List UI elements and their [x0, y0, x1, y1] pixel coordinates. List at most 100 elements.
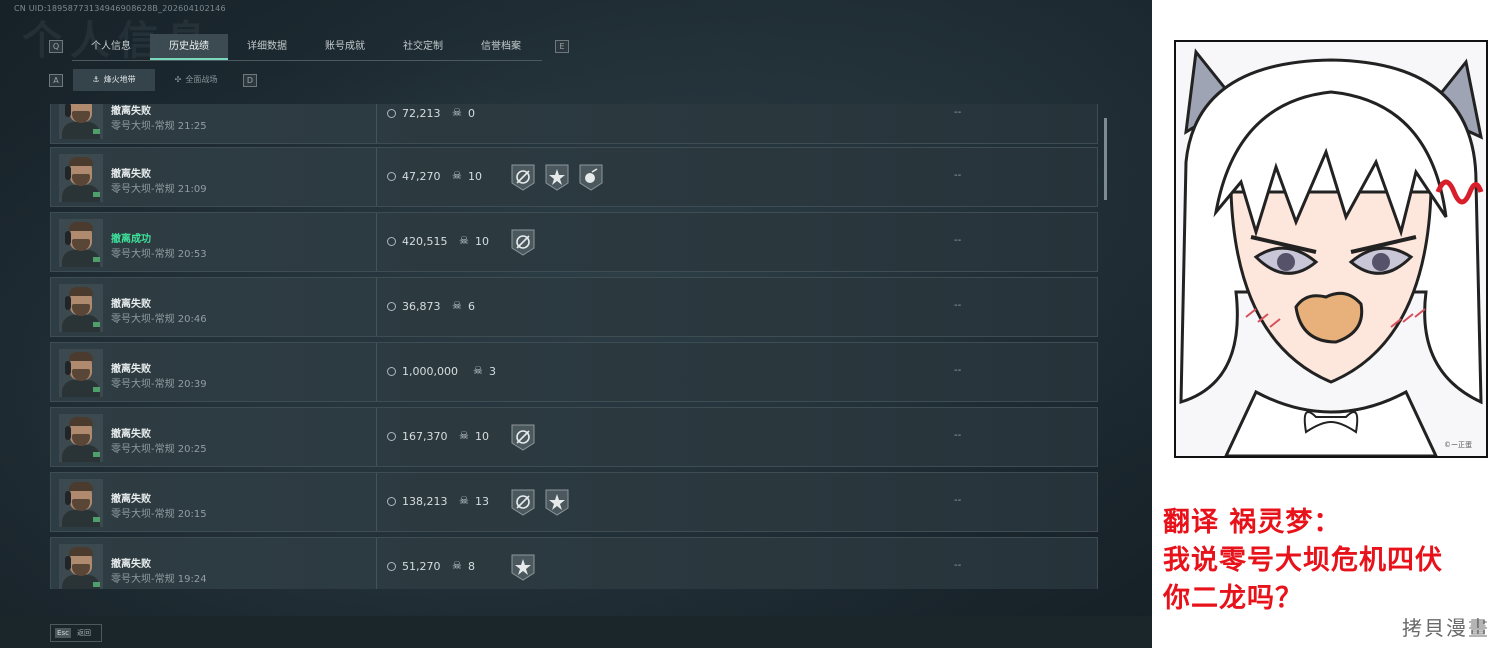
row-divider [376, 148, 377, 206]
tab-2[interactable]: 历史战绩 [150, 34, 228, 60]
extraction-status: 撤离失败 [111, 106, 151, 117]
loot-value: 72,213 [402, 107, 441, 120]
extraction-status: 撤离失败 [111, 559, 151, 570]
meme-panel: ©ー正蛋 翻译 祸灵梦： 我说零号大坝危机四伏 你二龙吗？ 拷貝漫畫 [1152, 0, 1500, 648]
extraction-status: 撤离失败 [111, 429, 151, 440]
skull-icon: ☠ [459, 494, 469, 507]
match-record-row[interactable]: 撤离失败 零号大坝-常规 21:25 72,213 ☠ 0 -- [50, 104, 1098, 144]
angry-anime-girl-drawing [1176, 42, 1486, 456]
match-record-row[interactable]: 撤离失败 零号大坝-常规 20:25 167,370 ☠ 10 -- [50, 407, 1098, 467]
operator-avatar [59, 154, 103, 202]
extraction-status: 撤离失败 [111, 364, 151, 375]
map-mode-time: 零号大坝-常规 20:53 [111, 249, 207, 260]
tab-1[interactable]: 个人信息 [72, 34, 150, 60]
tab-6[interactable]: 信誉档案 [462, 34, 540, 60]
operator-avatar [59, 414, 103, 462]
kill-count: 10 [475, 235, 489, 248]
row-divider [376, 104, 377, 143]
mode-subtabs: ⚓ 烽火地带 ✣ 全面战场 [73, 69, 237, 91]
row-divider [376, 408, 377, 466]
match-record-row[interactable]: 撤离失败 零号大坝-常规 20:39 1,000,000 ☠ 3 -- [50, 342, 1098, 402]
subtab-prev-key-hint[interactable]: A [49, 74, 63, 87]
value-coin-icon [387, 172, 396, 181]
value-coin-icon [387, 562, 396, 571]
subtab-2[interactable]: ✣ 全面战场 [155, 69, 237, 91]
wrench-badge[interactable] [509, 163, 537, 192]
row-divider [376, 473, 377, 531]
crosshair-icon: ✣ [174, 75, 182, 84]
match-record-row[interactable]: 撤离成功零号大坝-常规 20:53 420,515 ☠ 10 -- [50, 212, 1098, 272]
star-badge[interactable] [543, 488, 571, 517]
kill-count: 10 [468, 170, 482, 183]
extra-info: -- [954, 170, 962, 181]
match-record-row[interactable]: 撤离失败 零号大坝-常规 21:09 47,270 ☠ 10 -- [50, 147, 1098, 207]
main-tabs: 个人信息 历史战绩 详细数据 账号成就 社交定制 信誉档案 [72, 34, 542, 61]
tab-next-key-hint[interactable]: E [555, 40, 569, 53]
extra-info: -- [954, 560, 962, 571]
operator-avatar [59, 479, 103, 527]
subtab-next-key-hint[interactable]: D [243, 74, 257, 87]
loot-value: 167,370 [402, 430, 448, 443]
tab-3[interactable]: 详细数据 [228, 34, 306, 60]
map-mode-time: 零号大坝-常规 20:15 [111, 509, 207, 520]
wrench-badge[interactable] [509, 488, 537, 517]
kill-count: 13 [475, 495, 489, 508]
list-scrollbar[interactable] [1104, 118, 1107, 200]
wrench-badge[interactable] [509, 228, 537, 257]
value-coin-icon [387, 367, 396, 376]
loot-value: 51,270 [402, 560, 441, 573]
skull-icon: ☠ [452, 169, 462, 182]
wrench-badge[interactable] [509, 423, 537, 452]
match-record-row[interactable]: 撤离失败 零号大坝-常规 20:15 138,213 ☠ 13 -- [50, 472, 1098, 532]
match-record-row[interactable]: 撤离失败 零号大坝-常规 20:46 36,873 ☠ 6 -- [50, 277, 1098, 337]
map-mode-time: 零号大坝-常规 21:09 [111, 184, 207, 195]
subtab-1[interactable]: ⚓ 烽火地带 [73, 69, 155, 91]
operator-avatar [59, 284, 103, 332]
value-coin-icon [387, 432, 396, 441]
extra-info: -- [954, 300, 962, 311]
extra-info: -- [954, 235, 962, 246]
tab-prev-key-hint[interactable]: Q [49, 40, 63, 53]
artist-signature: ©ー正蛋 [1444, 441, 1472, 449]
extra-info: -- [954, 495, 962, 506]
value-coin-icon [387, 237, 396, 246]
loot-value: 420,515 [402, 235, 448, 248]
back-button[interactable]: Esc 返回 [50, 624, 102, 642]
grenade-badge[interactable] [577, 163, 605, 192]
extra-info: -- [954, 430, 962, 441]
map-mode-time: 零号大坝-常规 20:39 [111, 379, 207, 390]
lighthouse-icon: ⚓ [92, 75, 100, 84]
subtab-label: 烽火地带 [103, 75, 136, 84]
tab-5[interactable]: 社交定制 [384, 34, 462, 60]
tab-4[interactable]: 账号成就 [306, 34, 384, 60]
loot-value: 36,873 [402, 300, 441, 313]
loot-value: 1,000,000 [402, 365, 458, 378]
star-badge[interactable] [543, 163, 571, 192]
match-history-list: 撤离失败 零号大坝-常规 21:25 72,213 ☠ 0 -- 撤离失败 零号大坝-常规 2… [50, 104, 1100, 589]
map-mode-time: 零号大坝-常规 19:24 [111, 574, 207, 585]
skull-icon: ☠ [459, 234, 469, 247]
esc-key-icon: Esc [55, 628, 71, 638]
kill-count: 8 [468, 560, 475, 573]
match-record-row[interactable]: 撤离失败零号大坝-常规 19:24 51,270 ☠ 8 -- [50, 537, 1098, 589]
skull-icon: ☠ [459, 429, 469, 442]
kill-count: 10 [475, 430, 489, 443]
site-watermark: 拷貝漫畫 [1402, 616, 1490, 640]
star-badge[interactable] [509, 553, 537, 582]
value-coin-icon [387, 302, 396, 311]
row-divider [376, 343, 377, 401]
skull-icon: ☠ [452, 106, 462, 119]
operator-avatar [59, 349, 103, 397]
value-coin-icon [387, 497, 396, 506]
extraction-status: 撤离成功 [111, 234, 151, 245]
row-divider [376, 213, 377, 271]
operator-avatar [59, 104, 103, 139]
extraction-status: 撤离失败 [111, 299, 151, 310]
caption-line-2: 我说零号大坝危机四伏 [1163, 545, 1443, 576]
player-uid: CN UID:18958773134946908628B_20260410214… [14, 4, 226, 13]
game-history-panel: 个人信息 CN UID:18958773134946908628B_202604… [0, 0, 1152, 648]
bottom-bar [0, 616, 1152, 648]
skull-icon: ☠ [452, 559, 462, 572]
loot-value: 47,270 [402, 170, 441, 183]
back-label: 返回 [77, 629, 91, 637]
